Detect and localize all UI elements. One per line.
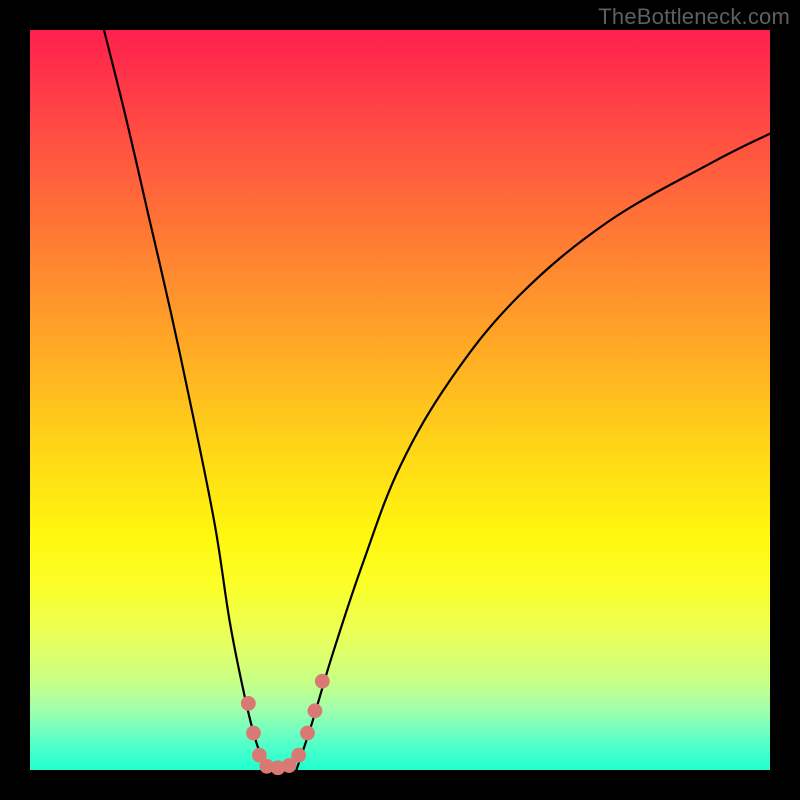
bottom-markers — [241, 674, 330, 775]
left-branch-curve — [104, 30, 267, 770]
chart-frame: TheBottleneck.com — [0, 0, 800, 800]
plot-area — [30, 30, 770, 770]
marker-point — [308, 703, 323, 718]
marker-point — [241, 696, 256, 711]
marker-point — [291, 748, 306, 763]
watermark-text: TheBottleneck.com — [598, 4, 790, 30]
right-branch-curve — [296, 134, 770, 770]
marker-point — [300, 726, 315, 741]
marker-point — [246, 726, 261, 741]
curve-layer — [30, 30, 770, 770]
marker-point — [315, 674, 330, 689]
